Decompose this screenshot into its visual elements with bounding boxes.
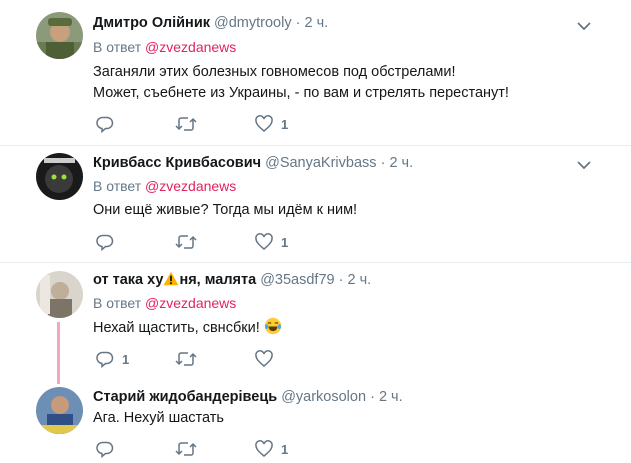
- tweet-3[interactable]: от така ху ня, малята @35asdf79 · 2 ч. В …: [0, 263, 631, 381]
- reply-mention[interactable]: @zvezdanews: [145, 295, 236, 311]
- reply-mention[interactable]: @zvezdanews: [145, 39, 236, 55]
- tweet-2[interactable]: Кривбасс Кривбасович @SanyaKrivbass · 2 …: [0, 146, 631, 262]
- like-count: 1: [281, 234, 289, 250]
- timestamp[interactable]: 2 ч.: [348, 272, 372, 288]
- reply-icon: [96, 116, 114, 133]
- heart-icon: [255, 115, 273, 132]
- author-handle[interactable]: @yarkosolon: [281, 389, 366, 405]
- like-count: 1: [281, 441, 289, 457]
- retweet-icon: [175, 117, 197, 131]
- reply-context: В ответ @zvezdanews: [93, 177, 236, 195]
- tweet-actions: 1: [93, 232, 313, 252]
- reply-icon: [96, 441, 114, 458]
- reply-icon: [96, 234, 114, 251]
- tweet-actions: 1: [93, 114, 313, 134]
- tweet-header: Старий жидобандерівець @yarkosolon · 2 ч…: [93, 388, 403, 406]
- tweet-4[interactable]: Старий жидобандерівець @yarkosolon · 2 ч…: [0, 381, 631, 463]
- caret-down-icon[interactable]: [577, 157, 591, 170]
- retweet-button[interactable]: [175, 114, 197, 134]
- tweet-text: Они ещё живые? Тогда мы идём к ним!: [93, 200, 357, 221]
- tweet-actions: 1: [93, 349, 313, 369]
- author-name-part: ня, малята: [179, 272, 257, 288]
- author-name[interactable]: Кривбасс Кривбасович: [93, 155, 261, 171]
- like-button[interactable]: 1: [255, 439, 288, 459]
- separator-dot: ·: [295, 15, 301, 31]
- tweet-header: от така ху ня, малята @35asdf79 · 2 ч.: [93, 271, 371, 289]
- reply-icon: [96, 351, 114, 368]
- tweet-header: Кривбасс Кривбасович @SanyaKrivbass · 2 …: [93, 154, 413, 172]
- reply-context: В ответ @zvezdanews: [93, 38, 236, 56]
- tweet-text-line: Ага. Нехуй шастать: [93, 410, 224, 426]
- caret-down-icon[interactable]: [577, 18, 591, 31]
- reply-button[interactable]: [96, 114, 114, 134]
- retweet-icon: [175, 235, 197, 249]
- reply-prefix: В ответ: [93, 39, 142, 55]
- author-name[interactable]: от така ху ня, малята: [93, 271, 257, 288]
- like-button[interactable]: 1: [255, 114, 288, 134]
- author-handle[interactable]: @dmytrooly: [214, 15, 292, 31]
- reply-prefix: В ответ: [93, 178, 142, 194]
- timestamp[interactable]: 2 ч.: [389, 155, 413, 171]
- reply-mention[interactable]: @zvezdanews: [145, 178, 236, 194]
- tweet-header: Дмитро Олійник @dmytrooly · 2 ч.: [93, 14, 328, 32]
- author-name[interactable]: Старий жидобандерівець: [93, 389, 277, 405]
- reply-button[interactable]: [96, 439, 114, 459]
- retweet-button[interactable]: [175, 232, 197, 252]
- reply-count: 1: [122, 351, 130, 367]
- author-name[interactable]: Дмитро Олійник: [93, 15, 210, 31]
- like-count: 1: [281, 116, 289, 132]
- tears-of-joy-emoji: [264, 317, 281, 335]
- separator-dot: ·: [380, 155, 386, 171]
- retweet-icon: [175, 352, 197, 366]
- tweet-1[interactable]: Дмитро Олійник @dmytrooly · 2 ч. В ответ…: [0, 0, 631, 145]
- tweet-text: Заганяли этих болезных говномесов под об…: [93, 62, 509, 104]
- retweet-icon: [175, 442, 197, 456]
- tweet-text-line: Они ещё живые? Тогда мы идём к ним!: [93, 202, 358, 218]
- tweet-text-line: Может, съебнете из Украины, - по вам и с…: [93, 85, 509, 101]
- separator-dot: ·: [338, 272, 344, 288]
- separator-dot: ·: [370, 389, 375, 405]
- author-handle[interactable]: @SanyaKrivbass: [265, 155, 376, 171]
- timestamp[interactable]: 2 ч.: [379, 389, 403, 405]
- reply-prefix: В ответ: [93, 295, 142, 311]
- like-button[interactable]: [255, 349, 273, 369]
- reply-context: В ответ @zvezdanews: [93, 294, 236, 312]
- heart-icon: [255, 440, 273, 457]
- tweet-text: Ага. Нехуй шастать: [93, 408, 224, 429]
- tweet-text: Нехай щастить, свнсбки!: [93, 317, 282, 339]
- tweet-text-line: Нехай щастить, свнсбки!: [93, 320, 260, 336]
- reply-button[interactable]: [96, 232, 114, 252]
- author-handle[interactable]: @35asdf79: [260, 272, 334, 288]
- reply-button[interactable]: 1: [96, 349, 129, 369]
- retweet-button[interactable]: [175, 439, 197, 459]
- retweet-button[interactable]: [175, 349, 197, 369]
- avatar[interactable]: [36, 12, 83, 59]
- avatar[interactable]: [36, 271, 83, 318]
- heart-icon: [255, 350, 273, 367]
- timestamp[interactable]: 2 ч.: [305, 15, 329, 31]
- like-button[interactable]: 1: [255, 232, 288, 252]
- tweet-text-line: Заганяли этих болезных говномесов под об…: [93, 64, 456, 80]
- heart-icon: [255, 233, 273, 250]
- warning-icon: [164, 271, 179, 286]
- avatar[interactable]: [36, 153, 83, 200]
- author-name-part: от така ху: [93, 272, 164, 288]
- tweet-actions: 1: [93, 439, 313, 459]
- avatar[interactable]: [36, 387, 83, 434]
